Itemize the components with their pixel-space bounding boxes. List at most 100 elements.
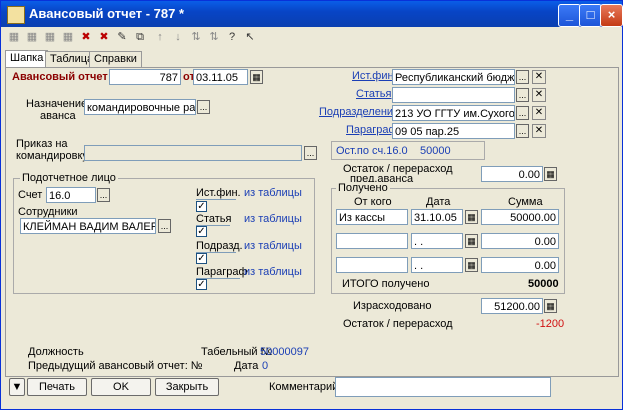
grid-delete-icon[interactable]: ▦ <box>61 30 75 44</box>
calculator-icon[interactable]: ▦ <box>544 167 557 181</box>
col-date-header: Дата <box>426 196 451 208</box>
article-field[interactable] <box>392 87 515 103</box>
person-article-label: Статья <box>196 213 232 225</box>
calendar-icon[interactable]: ▦ <box>465 210 478 224</box>
grid-edit-icon[interactable]: ▦ <box>25 30 39 44</box>
calendar-icon[interactable]: ▦ <box>465 258 478 272</box>
source-label[interactable]: Ист.фин. <box>352 70 397 82</box>
paragraph-clear-button[interactable]: ✕ <box>532 124 546 138</box>
comment-field[interactable] <box>335 377 551 397</box>
spent-field[interactable]: 51200.00 <box>481 298 543 314</box>
division-clear-button[interactable]: ✕ <box>532 106 546 120</box>
doc-date-field[interactable]: 03.11.05 <box>193 69 248 85</box>
tab-references[interactable]: Справки <box>89 51 142 67</box>
purpose-select-button[interactable]: ... <box>197 100 210 114</box>
received-sum-3[interactable]: 0.00 <box>481 257 559 273</box>
divider <box>196 199 236 200</box>
employees-label: Сотрудники <box>18 206 78 218</box>
received-date-1[interactable]: 31.10.05 <box>411 209 463 225</box>
person-paragraph-from: из таблицы <box>244 266 302 278</box>
doc-number-field[interactable]: 787 <box>109 69 181 85</box>
arrow-down-icon[interactable]: ↓ <box>171 30 185 44</box>
grid-icon[interactable]: ▦ <box>7 30 21 44</box>
close-window-button[interactable]: × <box>600 4 623 27</box>
prev-report-label: Предыдущий авансовый отчет: № <box>28 360 203 372</box>
purpose-field[interactable]: командировочные расходы <box>84 99 196 115</box>
account-select-button[interactable]: ... <box>97 188 110 202</box>
order-select-button[interactable]: ... <box>304 146 317 160</box>
minimize-button[interactable]: _ <box>558 4 581 27</box>
remainder-value: -1200 <box>536 318 565 330</box>
person-source-from: из таблицы <box>244 187 302 199</box>
received-from-1[interactable]: Из кассы <box>336 209 408 225</box>
print-button[interactable]: Печать <box>27 378 87 396</box>
source-clear-button[interactable]: ✕ <box>532 70 546 84</box>
arrow-up-icon[interactable]: ↑ <box>153 30 167 44</box>
paragraph-select-button[interactable]: ... <box>516 124 529 138</box>
calculator-icon[interactable]: ▦ <box>544 299 557 313</box>
division-checkbox[interactable]: ✓ <box>196 253 207 264</box>
balance-account-label: Ост.по сч.16.0 <box>336 145 408 157</box>
purpose-label-1: Назначение <box>26 98 88 110</box>
tab-header[interactable]: Шапка <box>5 50 49 68</box>
received-date-3[interactable]: . . <box>411 257 463 273</box>
calendar-icon[interactable]: ▦ <box>250 70 263 84</box>
app-window: Авансовый отчет - 787 * _ □ × ▦ ▦ ▦ ▦ ✖ … <box>0 0 623 410</box>
prev-balance-field[interactable]: 0.00 <box>481 166 543 182</box>
pointer-help-icon[interactable]: ↖ <box>243 30 257 44</box>
close-button[interactable]: Закрыть <box>155 378 219 396</box>
title-bar[interactable]: Авансовый отчет - 787 * _ □ × <box>1 1 623 27</box>
received-sum-2[interactable]: 0.00 <box>481 233 559 249</box>
order-field[interactable] <box>84 145 302 161</box>
purpose-label-2: аванса <box>40 110 76 122</box>
ok-button[interactable]: OK <box>91 378 151 396</box>
person-division-from: из таблицы <box>244 240 302 252</box>
help-icon[interactable]: ? <box>225 30 239 44</box>
toolbar: ▦ ▦ ▦ ▦ ✖ ✖ ✎ ⧉ ↑ ↓ ⇅ ⇅ ? ↖ <box>3 28 620 48</box>
total-received-label: ИТОГО получено <box>342 278 430 290</box>
delete-row-icon[interactable]: ✖ <box>97 30 111 44</box>
source-select-button[interactable]: ... <box>516 70 529 84</box>
comment-label: Комментарий <box>269 381 339 393</box>
received-from-3[interactable] <box>336 257 408 273</box>
sort-asc-icon[interactable]: ⇅ <box>189 30 203 44</box>
calendar-icon[interactable]: ▦ <box>465 234 478 248</box>
paragraph-field[interactable]: 09 05 пар.25 <box>392 123 515 139</box>
app-icon <box>7 6 25 24</box>
source-checkbox[interactable]: ✓ <box>196 201 207 212</box>
edit-icon[interactable]: ✎ <box>115 30 129 44</box>
person-article-from: из таблицы <box>244 213 302 225</box>
delete-icon[interactable]: ✖ <box>79 30 93 44</box>
grid-copy-icon[interactable]: ▦ <box>43 30 57 44</box>
article-label[interactable]: Статья <box>356 88 391 100</box>
division-label[interactable]: Подразделение <box>319 106 399 118</box>
prev-report-date-value: 0 <box>262 360 269 372</box>
account-field[interactable]: 16.0 <box>46 187 96 203</box>
person-paragraph-label: Параграф <box>196 266 248 278</box>
person-source-label: Ист.фин. <box>196 187 241 199</box>
sort-desc-icon[interactable]: ⇅ <box>207 30 221 44</box>
article-select-button[interactable]: ... <box>516 88 529 102</box>
received-from-2[interactable] <box>336 233 408 249</box>
source-field[interactable]: Республиканский бюджет <box>392 69 515 85</box>
menu-dropdown-button[interactable]: ▼ <box>9 378 25 396</box>
received-date-2[interactable]: . . <box>411 233 463 249</box>
employee-field[interactable]: КЛЕЙМАН ВАДИМ ВАЛЕРЬЕ <box>20 218 156 234</box>
position-label: Должность <box>28 346 84 358</box>
maximize-button[interactable]: □ <box>579 4 602 27</box>
paragraph-label[interactable]: Параграф <box>346 124 398 136</box>
received-sum-1[interactable]: 50000.00 <box>481 209 559 225</box>
tab-no-value: 50000097 <box>260 346 309 358</box>
copy-icon[interactable]: ⧉ <box>133 30 147 44</box>
remainder-label: Остаток / перерасход <box>343 318 453 330</box>
employee-select-button[interactable]: ... <box>158 219 171 233</box>
article-checkbox[interactable]: ✓ <box>196 226 207 237</box>
balance-account-value: 50000 <box>420 145 451 157</box>
person-division-label: Подразд. <box>196 240 243 252</box>
article-clear-button[interactable]: ✕ <box>532 88 546 102</box>
division-field[interactable]: 213 УО ГГТУ им.Сухого <box>392 105 515 121</box>
paragraph-checkbox[interactable]: ✓ <box>196 279 207 290</box>
spent-label: Израсходовано <box>353 300 432 312</box>
division-select-button[interactable]: ... <box>516 106 529 120</box>
window-title: Авансовый отчет - 787 * <box>29 6 185 21</box>
